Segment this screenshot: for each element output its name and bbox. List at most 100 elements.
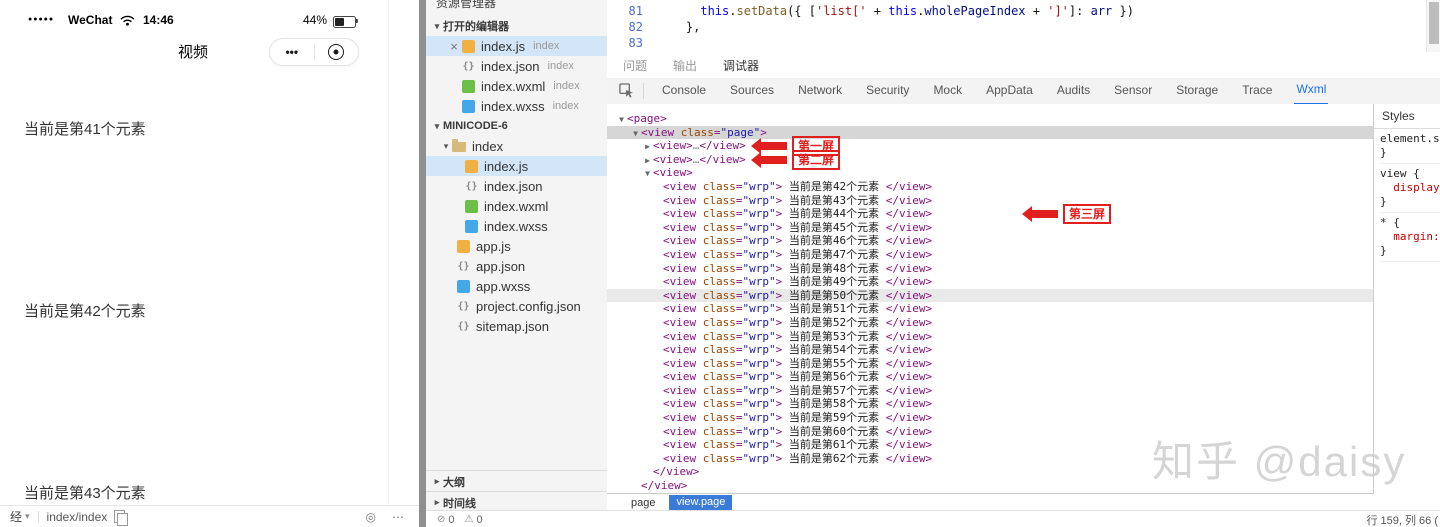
devtools-tab-sensor[interactable]: Sensor bbox=[1112, 77, 1154, 103]
wxml-tree-row[interactable]: <view class="wrp"> 当前是第45个元素 </view> bbox=[607, 221, 1374, 235]
target-ring-icon[interactable]: ◎ bbox=[366, 510, 376, 524]
devtools-tab-sources[interactable]: Sources bbox=[728, 77, 776, 103]
project-header[interactable]: ▾ MINICODE-6 bbox=[426, 116, 607, 136]
file-row-index.wxss[interactable]: index.wxss bbox=[426, 216, 607, 236]
panel-resize-handle[interactable] bbox=[419, 0, 426, 527]
folder-row-index[interactable]: ▾ index bbox=[426, 136, 607, 156]
devtools-tab-appdata[interactable]: AppData bbox=[984, 77, 1035, 103]
file-row-app.wxss[interactable]: app.wxss bbox=[426, 276, 607, 296]
wxml-tree-row[interactable]: <view class="wrp"> 当前是第47个元素 </view> bbox=[607, 248, 1374, 262]
devtools-tab-storage[interactable]: Storage bbox=[1174, 77, 1220, 103]
file-row-index.wxml[interactable]: index.wxml index bbox=[426, 76, 607, 96]
code-line: 82 }, bbox=[607, 19, 1440, 35]
twisty-icon[interactable]: ▼ bbox=[616, 113, 627, 127]
inspect-element-icon[interactable] bbox=[611, 83, 641, 99]
file-explorer: 资源管理器 ▾ 打开的编辑器 × index.js index {} index.jso… bbox=[426, 0, 608, 527]
warning-icon: ⚠ bbox=[464, 514, 474, 525]
wxml-tree-row[interactable]: <view class="wrp"> 当前是第62个元素 </view> bbox=[607, 452, 1374, 466]
wxml-tree-row[interactable]: <view class="wrp"> 当前是第43个元素 </view> bbox=[607, 194, 1374, 208]
warning-count-value: 0 bbox=[476, 513, 483, 526]
wxml-tree-row[interactable]: <view class="wrp"> 当前是第44个元素 </view> bbox=[607, 207, 1374, 221]
scrollbar-thumb[interactable] bbox=[1429, 2, 1439, 44]
wxml-tree-row[interactable]: </view> bbox=[607, 465, 1374, 479]
devtools-tab-mock[interactable]: Mock bbox=[931, 77, 964, 103]
wxml-tree-row[interactable]: ▼ <page> bbox=[607, 112, 1374, 126]
wxml-tree-row[interactable]: <view class="wrp"> 当前是第52个元素 </view> bbox=[607, 316, 1374, 330]
toolbar-divider bbox=[643, 83, 644, 99]
breadcrumb-selected[interactable]: view.page bbox=[669, 495, 733, 510]
devtools-tab-list: Console Sources Network Security Mock AppData… bbox=[650, 77, 1338, 105]
wxml-tree-row[interactable]: <view class="wrp"> 当前是第55个元素 </view> bbox=[607, 357, 1374, 371]
twisty-icon[interactable]: ▶ bbox=[642, 154, 653, 168]
file-row-app.js[interactable]: app.js bbox=[426, 236, 607, 256]
more-menu-icon[interactable]: ⋯ bbox=[392, 510, 404, 524]
wxml-tree-row[interactable]: <view class="wrp"> 当前是第46个元素 </view> bbox=[607, 234, 1374, 248]
css-rule[interactable]: element.style {} bbox=[1380, 129, 1440, 164]
wxml-tree-row[interactable]: <view class="wrp"> 当前是第59个元素 </view> bbox=[607, 411, 1374, 425]
file-row-project.config.json[interactable]: {} project.config.json bbox=[426, 296, 607, 316]
scrollbar-track[interactable] bbox=[1426, 0, 1440, 52]
devtools-tab-network[interactable]: Network bbox=[796, 77, 844, 103]
wxml-tree-row[interactable]: <view class="wrp"> 当前是第48个元素 </view> bbox=[607, 262, 1374, 276]
devtools-tab-trace[interactable]: Trace bbox=[1240, 77, 1274, 103]
capsule-buttons[interactable]: ••• bbox=[269, 38, 359, 66]
css-rule[interactable]: view { display:} bbox=[1380, 164, 1440, 213]
panel-tab[interactable]: 调试器 bbox=[723, 57, 759, 74]
wxml-tree-row[interactable]: <view class="wrp"> 当前是第51个元素 </view> bbox=[607, 302, 1374, 316]
devtools-tab-audits[interactable]: Audits bbox=[1055, 77, 1092, 103]
open-editors-header[interactable]: ▾ 打开的编辑器 bbox=[426, 16, 607, 36]
code-text: this.setData({ ['list[' + this.wholePage… bbox=[700, 4, 1134, 18]
wxml-rows: ▼ <page> ▼ <view class="page"> ▶ <view>…</vie… bbox=[607, 112, 1374, 493]
wxml-tree-row[interactable]: <view class="wrp"> 当前是第50个元素 </view> bbox=[607, 288, 1374, 303]
file-name: index.wxss bbox=[481, 98, 545, 114]
file-row-sitemap.json[interactable]: {} sitemap.json bbox=[426, 316, 607, 336]
home-target-button[interactable] bbox=[315, 44, 359, 60]
devtools-toolbar: Console Sources Network Security Mock AppData… bbox=[607, 78, 1440, 105]
chevron-down-icon[interactable]: ▾ bbox=[25, 511, 30, 522]
file-name: app.js bbox=[476, 238, 511, 254]
twisty-icon[interactable]: ▼ bbox=[630, 127, 641, 141]
file-row-app.json[interactable]: {} app.json bbox=[426, 256, 607, 276]
file-name: app.json bbox=[476, 258, 526, 274]
wxml-tree-row[interactable]: ▼ <view> bbox=[607, 166, 1374, 180]
pages-icon[interactable] bbox=[114, 510, 129, 526]
menu-dots-icon[interactable]: ••• bbox=[270, 46, 314, 58]
panel-tab[interactable]: 问题 bbox=[623, 57, 647, 74]
breadcrumb-item[interactable]: page bbox=[631, 497, 655, 509]
annotation-label: 第三屏 bbox=[1063, 204, 1112, 224]
file-row-index.wxss[interactable]: index.wxss index bbox=[426, 96, 607, 116]
file-row-index.wxml[interactable]: index.wxml bbox=[426, 196, 607, 216]
twisty-icon[interactable]: ▶ bbox=[642, 140, 653, 154]
css-rule[interactable]: * { margin:} bbox=[1380, 213, 1440, 262]
wxml-tree-row[interactable]: <view class="wrp"> 当前是第57个元素 </view> bbox=[607, 384, 1374, 398]
wxml-tree-row[interactable]: </view> bbox=[607, 479, 1374, 493]
file-row-index.js[interactable]: × index.js index bbox=[426, 36, 607, 56]
styles-tab[interactable]: Styles bbox=[1374, 104, 1440, 129]
compile-mode-selector[interactable]: 经 bbox=[10, 508, 22, 525]
wxml-tree-row[interactable]: <view class="wrp"> 当前是第49个元素 </view> bbox=[607, 275, 1374, 289]
wxml-tree-row[interactable]: <view class="wrp"> 当前是第56个元素 </view> bbox=[607, 370, 1374, 384]
wxml-tree-row[interactable]: ▼ <view class="page"> bbox=[607, 125, 1374, 141]
devtools-tab-wxml[interactable]: Wxml bbox=[1294, 77, 1329, 105]
close-file-icon[interactable]: × bbox=[446, 39, 462, 54]
panel-tab[interactable]: 输出 bbox=[673, 57, 697, 74]
explorer-title: 资源管理器 bbox=[436, 0, 497, 10]
wxml-tree-row[interactable]: <view class="wrp"> 当前是第54个元素 </view> bbox=[607, 343, 1374, 357]
file-row-index.js[interactable]: index.js bbox=[426, 156, 607, 176]
code-editor[interactable]: 81 this.setData({ ['list[' + this.wholeP… bbox=[607, 0, 1440, 53]
devtools-tab-console[interactable]: Console bbox=[660, 77, 708, 103]
wxml-tree-row[interactable]: ▶ <view>…</view> 第二屏 bbox=[607, 149, 1374, 170]
file-row-index.json[interactable]: {} index.json bbox=[426, 176, 607, 196]
wxml-tree-row[interactable]: <view class="wrp"> 当前是第42个元素 </view> bbox=[607, 180, 1374, 194]
wxml-tree-row[interactable]: <view class="wrp"> 当前是第53个元素 </view> bbox=[607, 330, 1374, 344]
wxml-tree-row[interactable]: <view class="wrp"> 当前是第58个元素 </view> bbox=[607, 397, 1374, 411]
twisty-icon[interactable]: ▼ bbox=[642, 167, 653, 181]
wxml-tree-row[interactable]: ▶ <view>…</view> 第一屏 bbox=[607, 136, 1374, 157]
js-file-icon bbox=[462, 39, 475, 53]
folder-icon bbox=[452, 139, 466, 152]
wxml-tree-row[interactable]: <view class="wrp"> 当前是第61个元素 </view> bbox=[607, 438, 1374, 452]
outline-section[interactable]: ▸ 大纲 bbox=[426, 470, 607, 492]
devtools-tab-security[interactable]: Security bbox=[864, 77, 911, 103]
file-row-index.json[interactable]: {} index.json index bbox=[426, 56, 607, 76]
wxml-tree-row[interactable]: <view class="wrp"> 当前是第60个元素 </view> bbox=[607, 425, 1374, 439]
